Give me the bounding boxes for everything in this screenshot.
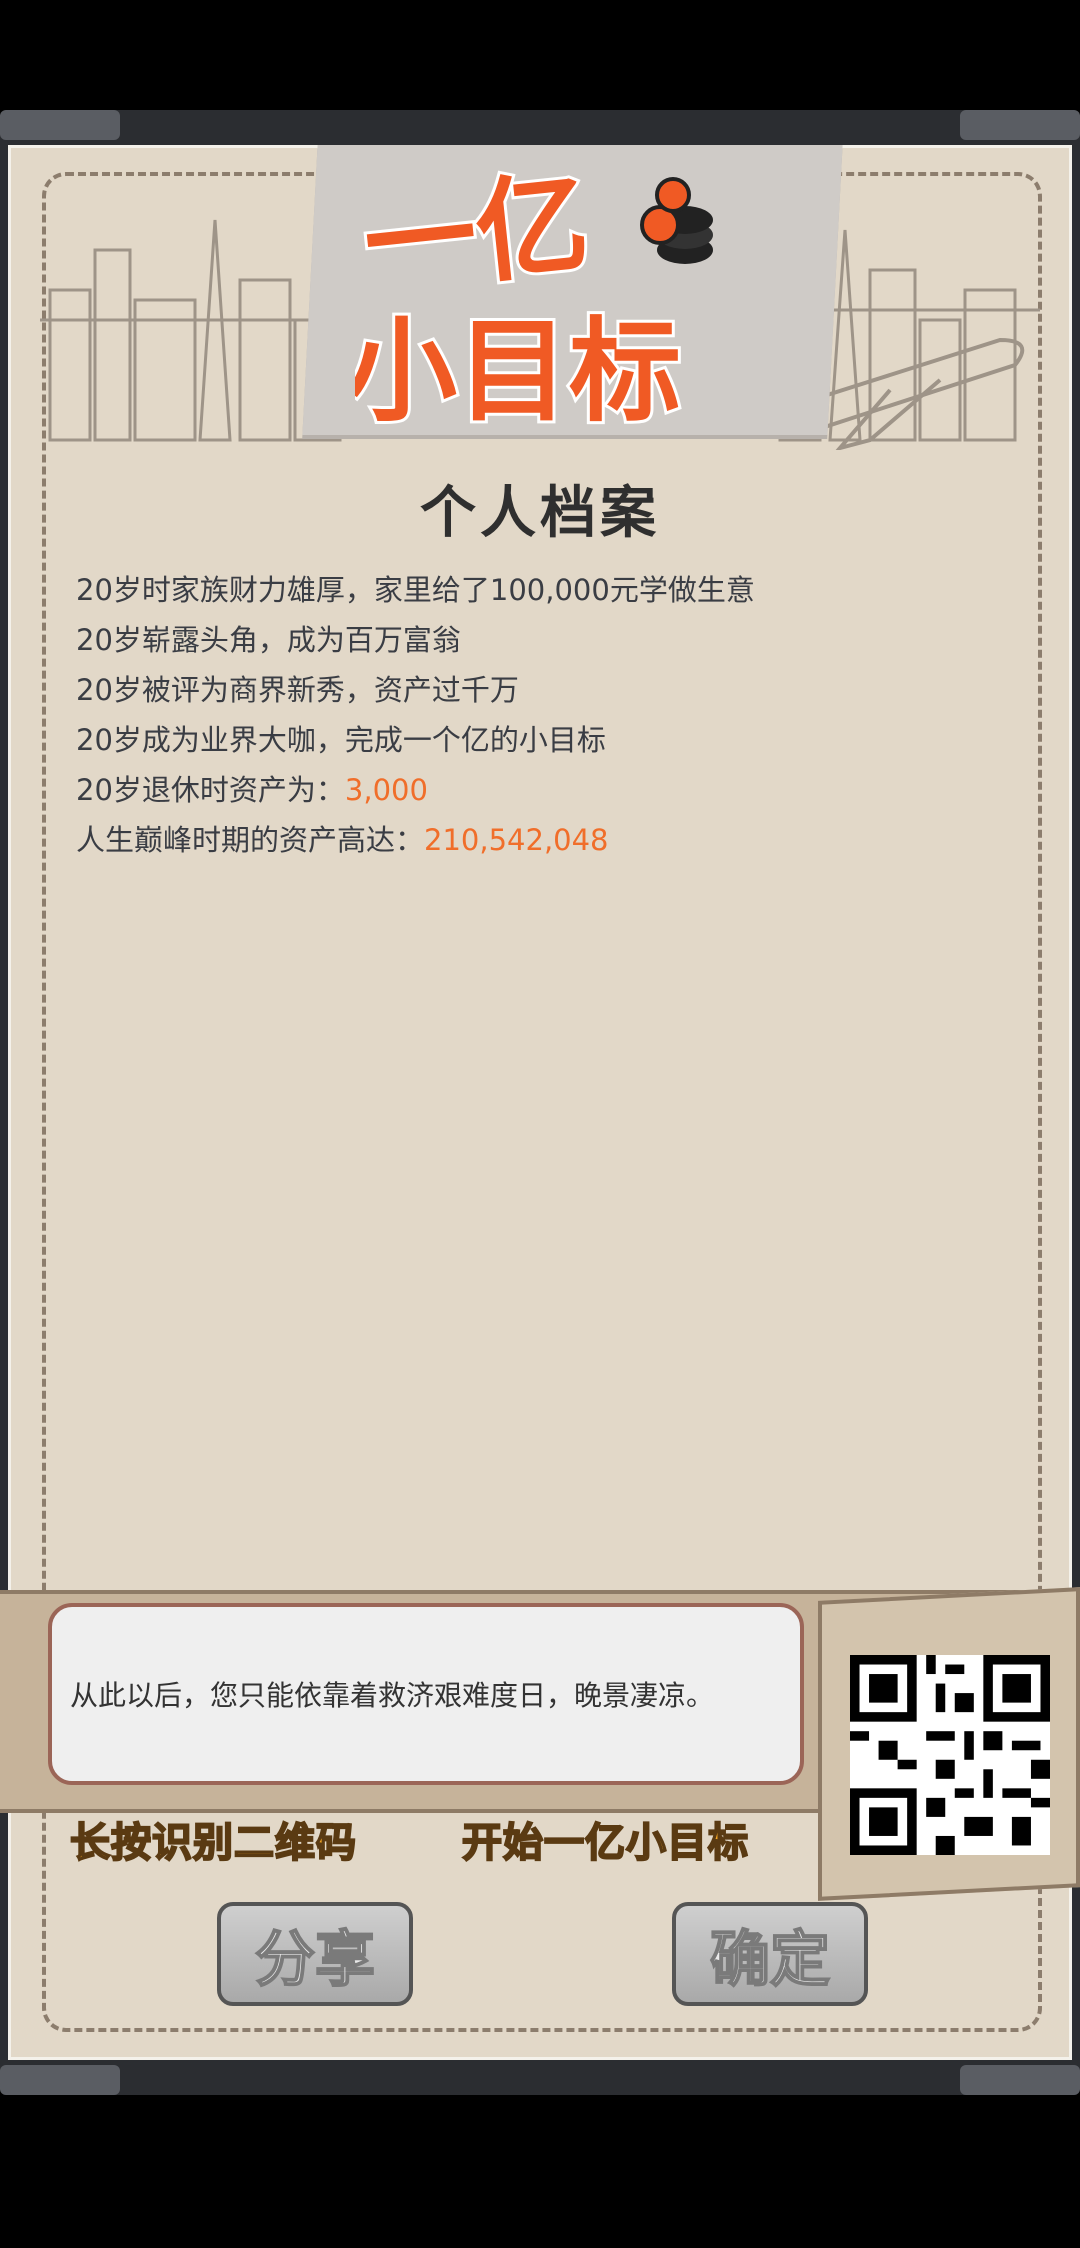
page-title: 个人档案 [420,481,660,546]
record-line: 20岁成为业界大咖，完成一个亿的小目标 [76,723,606,757]
peak-assets-value: 210,542,048 [424,823,609,857]
ending-message-box: 从此以后，您只能依靠着救济艰难度日，晚景凄凉。 [48,1603,804,1785]
logo-line2: 小目标 [355,307,681,435]
frame-corner [960,2065,1080,2095]
start-game-label: 开始一亿小目标 [461,1819,749,1867]
ending-message: 从此以后，您只能依靠着救济艰难度日，晚景凄凉。 [70,1679,715,1712]
logo-line1: 一亿 [358,159,594,312]
qr-code-icon[interactable] [850,1655,1050,1855]
record-line: 20岁崭露头角，成为百万富翁 [76,623,461,657]
frame-corner [0,2065,120,2095]
confirm-button[interactable]: 确定 [672,1902,868,2006]
share-button[interactable]: 分享 [217,1902,413,2006]
record-line: 20岁被评为商界新秀，资产过千万 [76,673,519,707]
record-list: 20岁时家族财力雄厚，家里给了100,000元学做生意 20岁崭露头角，成为百万… [76,565,1026,865]
qr-hint-label: 长按识别二维码 [69,1819,357,1867]
frame-corner [960,110,1080,140]
record-line-peak-assets: 人生巅峰时期的资产高达：210,542,048 [76,823,609,857]
record-line-retire-assets: 20岁退休时资产为：3,000 [76,773,428,807]
game-logo: 一亿 小目标 [355,156,713,435]
retire-assets-value: 3,000 [344,773,428,807]
coin-stack-icon [640,177,713,264]
record-line: 20岁时家族财力雄厚，家里给了100,000元学做生意 [76,573,755,607]
frame-corner [0,110,120,140]
